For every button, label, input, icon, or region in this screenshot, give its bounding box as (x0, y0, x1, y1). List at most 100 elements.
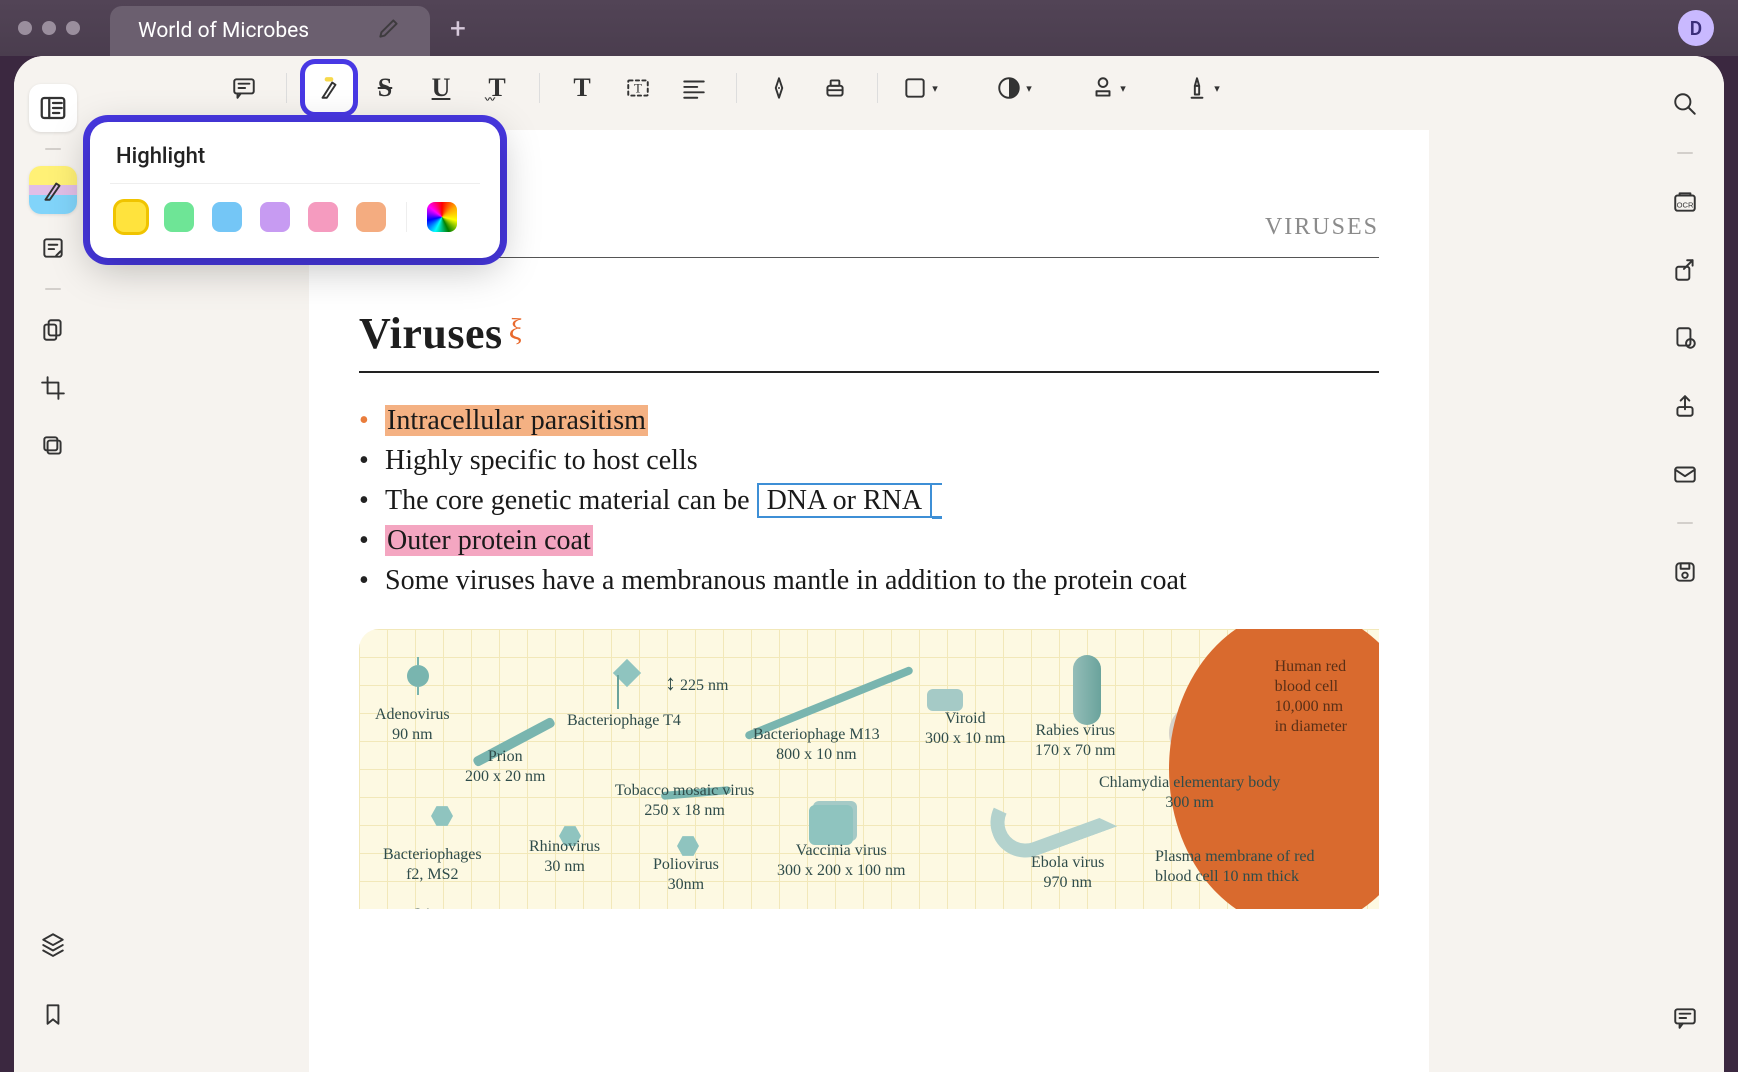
adenovirus-shape (407, 665, 429, 687)
sidebar-right: OCR (1646, 56, 1724, 1072)
document-tab[interactable]: World of Microbes (110, 6, 430, 56)
scribble-annotation: ξ (507, 313, 523, 348)
avatar[interactable]: D (1678, 10, 1714, 46)
alignment-button[interactable] (670, 64, 718, 112)
comments-panel-icon[interactable] (1665, 998, 1705, 1038)
tab-title: World of Microbes (138, 19, 309, 43)
signature-dropdown[interactable] (1178, 64, 1226, 112)
header-rule (359, 257, 1379, 258)
crop-icon[interactable] (29, 364, 77, 412)
separator (877, 73, 878, 103)
divider (45, 288, 61, 290)
page-running-header: VIRUSES (359, 214, 1379, 241)
diagram-label: Bacteriophage T4 (567, 711, 681, 731)
page-title: Viruses (359, 308, 503, 359)
popup-divider (110, 183, 480, 184)
save-icon[interactable] (1665, 552, 1705, 592)
highlight-button[interactable] (305, 64, 353, 112)
color-swatches (116, 202, 474, 232)
highlight-popup: Highlight (90, 122, 500, 258)
reader-mode-icon[interactable] (29, 84, 77, 132)
eraser-tool-icon[interactable] (811, 64, 859, 112)
svg-text:T: T (634, 80, 642, 95)
divider (45, 148, 61, 150)
diagram-label: Ebola virus 970 nm (1031, 853, 1104, 893)
diagram-label: Human red blood cell 10,000 nm in diamet… (1275, 657, 1347, 737)
list-item[interactable]: Intracellular parasitism (359, 401, 1379, 441)
poliovirus-shape (677, 835, 699, 857)
list-item[interactable]: Outer protein coat (359, 521, 1379, 561)
color-swatch[interactable] (356, 202, 386, 232)
bookmark-icon[interactable] (29, 990, 77, 1038)
opacity-dropdown[interactable] (990, 64, 1038, 112)
popup-title: Highlight (116, 144, 474, 169)
boxed-text: DNA or RNA (757, 483, 933, 518)
avatar-letter: D (1690, 17, 1702, 40)
underline-button[interactable]: U (417, 64, 465, 112)
custom-color-swatch[interactable] (427, 202, 457, 232)
vaccinia-shape (809, 805, 853, 845)
stack-icon[interactable] (29, 920, 77, 968)
highlighter-tool-icon[interactable] (29, 166, 77, 214)
separator (736, 73, 737, 103)
diagram-size-arrow: ↕ 225 nm (665, 669, 728, 697)
textbox-button[interactable]: T (614, 64, 662, 112)
svg-text:OCR: OCR (1677, 200, 1694, 209)
sidebar-left (14, 56, 92, 1072)
convert-icon[interactable] (1665, 250, 1705, 290)
bullet-list: Intracellular parasitism Highly specific… (359, 401, 1379, 601)
diagram-label: Viroid 300 x 10 nm (925, 709, 1005, 749)
list-item[interactable]: The core genetic material can be DNA or … (359, 481, 1379, 521)
diagram-label: Prion 200 x 20 nm (465, 747, 545, 787)
format-toolbar: S U T〰 T T (92, 56, 1646, 120)
separator (406, 202, 407, 232)
shape-dropdown[interactable] (896, 64, 944, 112)
zoom-icon[interactable] (66, 21, 80, 35)
color-swatch[interactable] (116, 202, 146, 232)
color-swatch[interactable] (164, 202, 194, 232)
pen-tool-icon[interactable] (755, 64, 803, 112)
virus-diagram: Adenovirus 90 nm Prion 200 x 20 nm Bacte… (359, 629, 1379, 909)
pencil-icon[interactable] (376, 15, 402, 47)
strikethrough-button[interactable]: S (361, 64, 409, 112)
add-tab-button[interactable]: + (450, 12, 466, 45)
minimize-icon[interactable] (42, 21, 56, 35)
comment-icon[interactable] (220, 64, 268, 112)
squiggly-underline-button[interactable]: T〰 (473, 64, 521, 112)
list-item[interactable]: Some viruses have a membranous mantle in… (359, 561, 1379, 601)
close-icon[interactable] (18, 21, 32, 35)
color-swatch[interactable] (212, 202, 242, 232)
separator (286, 73, 287, 103)
divider (1677, 522, 1693, 524)
window-titlebar: World of Microbes + D (0, 0, 1738, 56)
color-swatch[interactable] (260, 202, 290, 232)
phage-tail-shape (617, 675, 619, 709)
separator (539, 73, 540, 103)
diagram-label: Rhinovirus 30 nm (529, 837, 600, 877)
text-style-button[interactable]: T (558, 64, 606, 112)
layers-icon[interactable] (29, 422, 77, 470)
diagram-label: Chlamydia elementary body 300 nm (1099, 773, 1280, 813)
copy-pages-icon[interactable] (29, 306, 77, 354)
search-icon[interactable] (1665, 84, 1705, 124)
list-item[interactable]: Highly specific to host cells (359, 441, 1379, 481)
diagram-label: Poliovirus 30nm (653, 855, 719, 895)
diagram-label: Tobacco mosaic virus 250 x 18 nm (615, 781, 754, 821)
color-swatch[interactable] (308, 202, 338, 232)
document-page: VIRUSES Viruses ξ Intracellular parasiti… (309, 130, 1429, 1072)
bacteriophage-hex-shape (431, 805, 453, 827)
stamp-dropdown[interactable] (1084, 64, 1132, 112)
title-rule (359, 371, 1379, 373)
diagram-label: Plasma membrane of red blood cell 10 nm … (1155, 847, 1315, 887)
ocr-icon[interactable]: OCR (1665, 182, 1705, 222)
diagram-label: Adenovirus 90 nm (375, 705, 450, 745)
window-controls (18, 21, 80, 35)
share-icon[interactable] (1665, 386, 1705, 426)
highlighted-text: Intracellular parasitism (385, 405, 648, 436)
mail-icon[interactable] (1665, 454, 1705, 494)
diagram-label: Vaccinia virus 300 x 200 x 100 nm (777, 841, 905, 881)
note-tool-icon[interactable] (29, 224, 77, 272)
rabies-shape (1073, 655, 1101, 725)
lock-document-icon[interactable] (1665, 318, 1705, 358)
diagram-label: Bacteriophage M13 800 x 10 nm (753, 725, 880, 765)
